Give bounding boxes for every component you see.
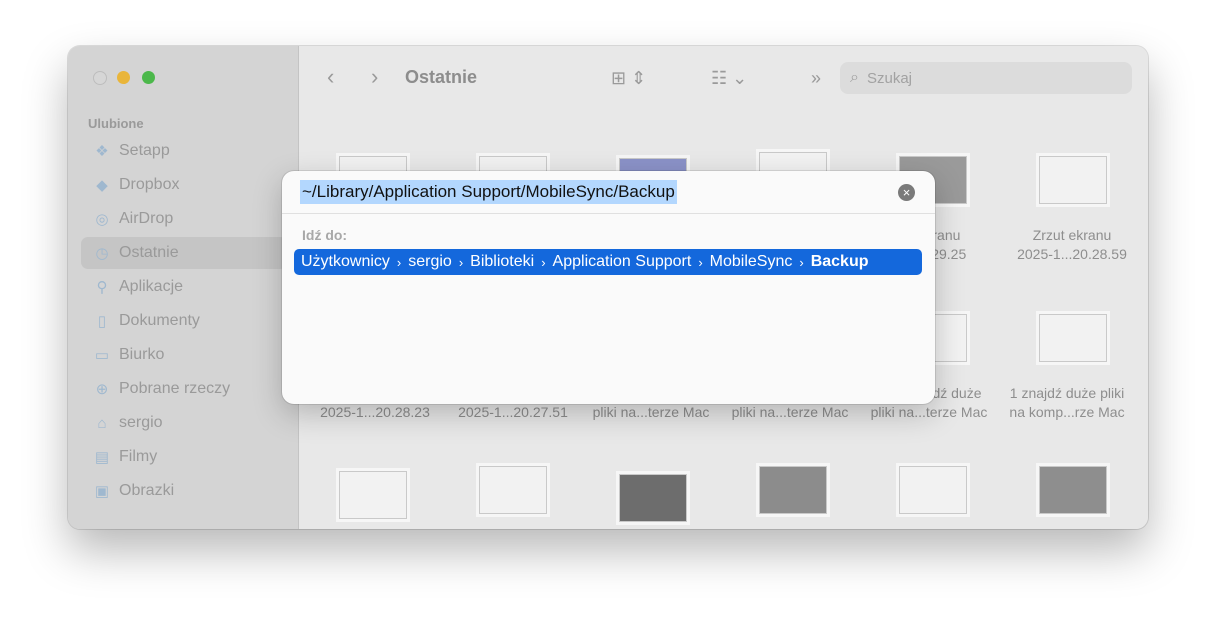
breadcrumb-segment: sergio <box>408 253 452 270</box>
sidebar-item-label: Setapp <box>119 142 170 159</box>
clock-icon: ◷ <box>95 245 109 262</box>
sidebar-item-label: Dropbox <box>119 176 180 193</box>
window-title: Ostatnie <box>405 67 478 87</box>
file-thumbnail[interactable] <box>479 466 547 514</box>
sidebar-item-label: Ostatnie <box>119 244 179 261</box>
sidebar-item-label: Filmy <box>119 448 158 465</box>
airdrop-icon: ◎ <box>95 211 109 228</box>
breadcrumb-segment: Biblioteki <box>470 253 535 270</box>
download-icon: ⊕ <box>95 381 109 398</box>
sidebar-item-dropbox[interactable]: ◆ Dropbox <box>81 169 287 201</box>
dropbox-icon: ◆ <box>96 177 108 194</box>
chevron-right-icon: › <box>698 254 703 270</box>
sidebar-item-applications[interactable]: ⚲ Aplikacje <box>81 271 287 303</box>
sidebar-item-downloads[interactable]: ⊕ Pobrane rzeczy <box>81 373 287 405</box>
desktop-icon: ▭ <box>94 347 110 364</box>
sidebar-item-airdrop[interactable]: ◎ AirDrop <box>81 203 287 235</box>
film-icon: ▤ <box>94 449 110 466</box>
sidebar-item-label: Biurko <box>119 346 165 363</box>
path-input[interactable]: ~/Library/Application Support/MobileSync… <box>300 180 677 204</box>
forward-arrow-icon[interactable]: › <box>371 64 378 90</box>
chevron-right-icon: › <box>541 254 546 270</box>
search-icon: ⌕ <box>850 69 859 86</box>
breadcrumb-segment-current: Backup <box>810 253 869 270</box>
file-thumbnail[interactable] <box>759 466 827 514</box>
sidebar-item-setapp[interactable]: ❖ Setapp <box>81 135 287 167</box>
group-by-icon[interactable]: ☷ ⌄ <box>711 68 747 89</box>
sidebar-item-label: AirDrop <box>119 210 174 227</box>
document-icon: ▯ <box>97 313 107 330</box>
sidebar-item-recents[interactable]: ◷ Ostatnie <box>81 237 287 269</box>
maximize-window-button[interactable] <box>142 71 155 84</box>
file-thumbnail[interactable] <box>1039 156 1107 204</box>
file-caption: 2025-1...20.27.51 <box>458 404 568 420</box>
sidebar-item-movies[interactable]: ▤ Filmy <box>81 441 287 473</box>
home-icon: ⌂ <box>97 414 107 432</box>
sidebar-item-label: Dokumenty <box>119 312 200 329</box>
grid-view-icon[interactable]: ⊞ ⇕ <box>611 68 646 89</box>
file-thumbnail[interactable] <box>899 466 967 514</box>
applications-icon: ⚲ <box>96 279 108 296</box>
sidebar: Ulubione ❖ Setapp ◆ Dropbox ◎ AirDrop ◷ Osta… <box>68 46 299 529</box>
sidebar-item-label: Pobrane rzeczy <box>119 380 231 397</box>
breadcrumb-segment: Użytkownicy <box>301 253 390 270</box>
clear-icon[interactable]: × <box>898 184 915 201</box>
setapp-icon: ❖ <box>95 143 109 160</box>
file-thumbnail[interactable] <box>339 471 407 519</box>
minimize-window-button[interactable] <box>117 71 130 84</box>
sidebar-item-documents[interactable]: ▯ Dokumenty <box>81 305 287 337</box>
go-to-folder-dialog: ~/Library/Application Support/MobileSync… <box>282 171 935 404</box>
file-thumbnail[interactable] <box>1039 314 1107 362</box>
chevron-right-icon: › <box>396 254 402 270</box>
sidebar-item-home[interactable]: ⌂ sergio <box>81 407 287 439</box>
search-placeholder: Szukaj <box>866 69 912 87</box>
go-to-label: Idź do: <box>302 227 348 243</box>
file-caption: 2025-1...20.28.23 <box>320 404 430 420</box>
chevron-right-icon: › <box>458 254 464 270</box>
file-caption: 1 znajdź duże pliki na komp...rze Mac <box>1009 385 1125 420</box>
file-thumbnail[interactable] <box>619 474 687 522</box>
sidebar-item-pictures[interactable]: ▣ Obrazki <box>81 475 287 507</box>
divider <box>282 213 935 214</box>
photo-icon: ▣ <box>94 483 110 500</box>
file-caption: pliki na...terze Mac <box>731 404 849 420</box>
close-window-button[interactable] <box>93 71 107 85</box>
more-toolbar-icon[interactable]: » <box>811 68 821 89</box>
breadcrumb-segment: Application Support <box>552 253 692 270</box>
search-field[interactable]: ⌕ Szukaj <box>840 62 1132 94</box>
sidebar-item-label: Obrazki <box>119 482 175 499</box>
sidebar-item-label: sergio <box>119 414 163 431</box>
sidebar-item-label: Aplikacje <box>119 278 184 295</box>
breadcrumb-segment: MobileSync <box>709 253 793 270</box>
chevron-right-icon: › <box>799 254 804 270</box>
file-thumbnail[interactable] <box>1039 466 1107 514</box>
file-caption: pliki na...terze Mac <box>592 404 710 420</box>
sidebar-section-favorites: Ulubione <box>88 116 144 131</box>
sidebar-item-desktop[interactable]: ▭ Biurko <box>81 339 287 371</box>
back-arrow-icon[interactable]: ‹ <box>327 64 334 90</box>
path-suggestion-row[interactable]: Użytkownicy › sergio › Biblioteki › Appl… <box>294 249 922 275</box>
file-caption: Zrzut ekranu 2025-1...20.28.59 <box>1017 227 1127 262</box>
